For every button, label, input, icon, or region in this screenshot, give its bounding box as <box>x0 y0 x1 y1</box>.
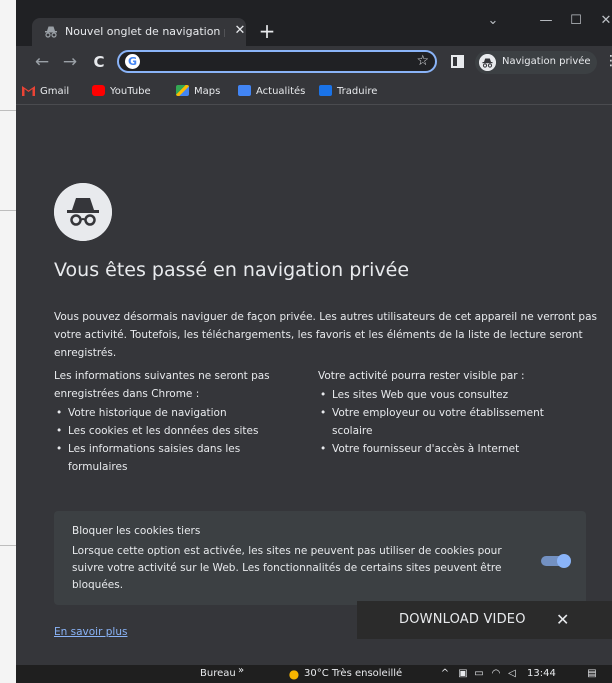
more-menu-icon[interactable]: ⋮ <box>604 53 612 69</box>
incognito-profile-chip[interactable]: Navigation privée <box>475 51 597 74</box>
weather-sun-icon: ● <box>288 667 300 681</box>
close-icon[interactable]: ✕ <box>556 610 569 629</box>
list-item: Les informations saisies dans les formul… <box>54 440 284 476</box>
battery-icon[interactable]: ▭ <box>473 668 485 680</box>
wifi-icon[interactable]: ◠ <box>490 668 502 680</box>
tab-search-icon[interactable]: ⌄ <box>481 12 505 30</box>
page-title: Vous êtes passé en navigation privée <box>54 259 410 281</box>
toolbar: ← → C G ☆ Navigation privée ⋮ <box>16 46 612 79</box>
title-bar: Nouvel onglet de navigation privée ✕ + ⌄… <box>16 0 612 46</box>
browser-window: Nouvel onglet de navigation privée ✕ + ⌄… <box>16 0 612 683</box>
taskbar: Bureau » ● 30°C Très ensoleillé ^ ▣ ▭ ◠ … <box>16 665 612 683</box>
clock-time[interactable]: 13:44 <box>527 668 556 679</box>
maximize-button[interactable]: ☐ <box>564 12 588 30</box>
google-icon: G <box>125 54 140 69</box>
visible-to-title: Votre activité pourra rester visible par… <box>318 370 525 382</box>
minimize-button[interactable]: — <box>534 12 558 30</box>
download-video-button[interactable]: DOWNLOAD VIDEO <box>399 612 526 627</box>
download-video-overlay[interactable]: DOWNLOAD VIDEO ✕ <box>357 601 612 639</box>
translate-icon <box>319 85 332 96</box>
list-item: Votre employeur ou votre établissement s… <box>318 404 578 440</box>
cookie-description: Lorsque cette option est activée, les si… <box>72 545 502 591</box>
intro-paragraph: Vous pouvez désormais naviguer de façon … <box>54 311 598 359</box>
strip-divider <box>0 110 16 111</box>
not-saved-title: Les informations suivantes ne seront pas… <box>54 370 270 400</box>
cookie-title: Bloquer les cookies tiers <box>72 525 201 537</box>
background-window-strip <box>0 0 16 683</box>
bookmark-youtube[interactable]: YouTube <box>92 84 151 100</box>
tray-app-icon[interactable]: ▣ <box>457 668 469 680</box>
desktop-label[interactable]: Bureau <box>200 668 236 679</box>
volume-icon[interactable]: ◁ <box>506 668 518 680</box>
toggle-knob <box>557 554 571 568</box>
tab-title: Nouvel onglet de navigation privée <box>65 25 225 38</box>
strip-divider <box>0 210 16 211</box>
weather-text[interactable]: 30°C Très ensoleillé <box>304 668 402 679</box>
address-input[interactable] <box>147 53 387 70</box>
side-panel-icon[interactable] <box>451 55 464 68</box>
bookmark-news[interactable]: Actualités <box>238 84 305 100</box>
forward-button[interactable]: → <box>59 51 81 73</box>
bookmark-translate[interactable]: Traduire <box>319 84 377 100</box>
maps-icon <box>176 85 189 96</box>
new-tab-button[interactable]: + <box>256 20 278 42</box>
bookmark-star-icon[interactable]: ☆ <box>416 52 429 71</box>
list-item: Les cookies et les données des sites <box>54 422 284 440</box>
bookmarks-bar: Gmail YouTube Maps Actualités Traduire <box>16 79 612 105</box>
tray-chevron-up-icon[interactable]: ^ <box>439 668 451 680</box>
incognito-page: Vous êtes passé en navigation privée Vou… <box>16 105 612 665</box>
news-icon <box>238 85 251 96</box>
bookmark-maps[interactable]: Maps <box>176 84 220 100</box>
gmail-icon <box>22 85 35 96</box>
tab-incognito[interactable]: Nouvel onglet de navigation privée ✕ <box>32 18 246 46</box>
address-bar[interactable]: G ☆ <box>117 50 437 73</box>
visible-to-list: Les sites Web que vous consultez Votre e… <box>318 386 578 458</box>
block-cookies-toggle[interactable] <box>541 554 571 568</box>
reload-button[interactable]: C <box>88 51 110 73</box>
tab-close-icon[interactable]: ✕ <box>232 23 248 39</box>
list-item: Votre historique de navigation <box>54 404 284 422</box>
incognito-icon <box>45 26 57 38</box>
list-item: Les sites Web que vous consultez <box>318 386 578 404</box>
not-saved-list: Votre historique de navigation Les cooki… <box>54 404 284 476</box>
youtube-icon <box>92 85 105 96</box>
bookmark-label: Actualités <box>256 86 306 97</box>
cookie-settings-card: Bloquer les cookies tiers Lorsque cette … <box>54 511 586 605</box>
notification-icon[interactable]: ▤ <box>586 668 598 680</box>
learn-more-link[interactable]: En savoir plus <box>54 626 127 638</box>
bookmark-label: YouTube <box>110 86 151 97</box>
incognito-label: Navigation privée <box>502 56 591 67</box>
bookmark-label: Gmail <box>40 86 70 97</box>
incognito-hero-icon <box>54 183 112 241</box>
back-button[interactable]: ← <box>31 51 53 73</box>
bookmark-label: Maps <box>194 86 221 97</box>
strip-divider <box>0 545 16 546</box>
chevron-icon[interactable]: » <box>238 665 244 676</box>
bookmark-gmail[interactable]: Gmail <box>22 84 69 100</box>
list-item: Votre fournisseur d'accès à Internet <box>318 440 578 458</box>
incognito-icon <box>479 54 496 71</box>
bookmark-label: Traduire <box>337 86 378 97</box>
close-window-button[interactable]: ✕ <box>594 12 612 30</box>
